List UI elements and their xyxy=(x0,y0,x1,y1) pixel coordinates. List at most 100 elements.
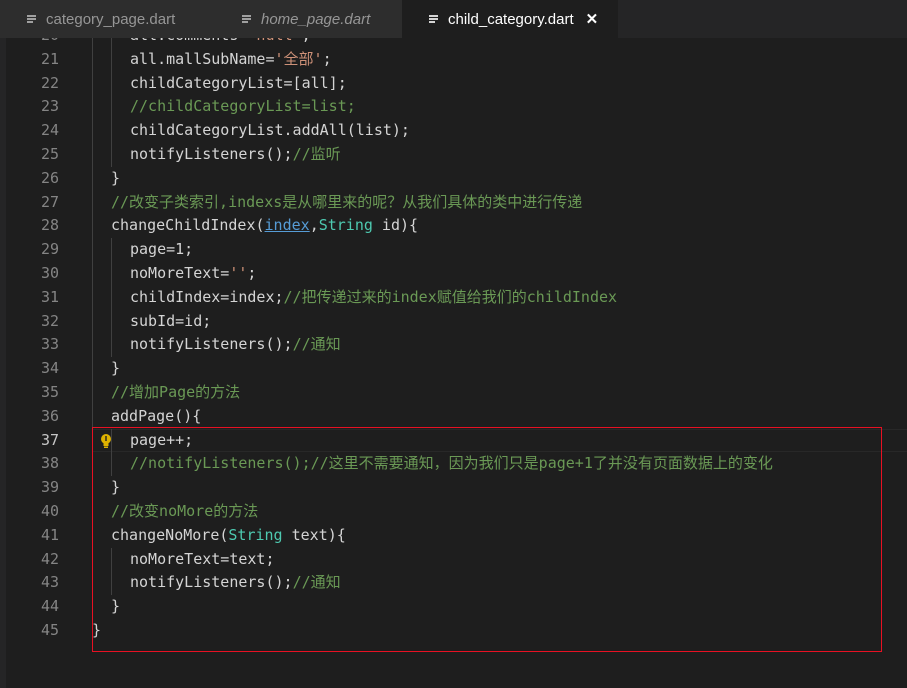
tab-home-page[interactable]: home_page.dart xyxy=(215,0,409,38)
code-token: text){ xyxy=(282,525,346,544)
code-line[interactable]: 24 childCategoryList.addAll(list); xyxy=(0,119,907,143)
line-number: 41 xyxy=(40,525,59,544)
code-token: id){ xyxy=(372,216,419,235)
code-token: ; xyxy=(322,49,332,68)
code-text: all.mallSubName='全部'; xyxy=(130,48,332,72)
close-tab-icon[interactable]: ✕ xyxy=(586,10,599,28)
code-token: noMoreText= xyxy=(130,263,230,282)
code-text: noMoreText=text; xyxy=(130,548,275,572)
code-line[interactable]: 36 addPage(){ xyxy=(0,404,907,429)
code-text: } xyxy=(111,595,120,619)
indent-guide xyxy=(92,285,93,310)
indent-guide xyxy=(111,333,112,358)
line-number: 39 xyxy=(40,478,59,497)
code-line[interactable]: 33 notifyListeners();//通知 xyxy=(0,333,907,358)
line-number: 34 xyxy=(40,359,59,378)
line-number: 45 xyxy=(40,620,59,639)
code-text: //childCategoryList=list; xyxy=(130,95,356,119)
line-number: 36 xyxy=(40,406,59,425)
indent-guide xyxy=(92,309,93,334)
code-token: } xyxy=(111,359,121,378)
code-line[interactable]: 37 page++; xyxy=(0,428,907,453)
indent-guide xyxy=(92,357,93,381)
code-line[interactable]: 30 noMoreText=''; xyxy=(0,261,907,286)
code-line[interactable]: 40 //改变noMore的方法 xyxy=(0,499,907,524)
code-text: } xyxy=(111,167,120,191)
code-line[interactable]: 34} xyxy=(0,357,907,381)
code-text: notifyListeners();//通知 xyxy=(130,571,341,595)
code-token: '' xyxy=(229,263,248,282)
editor-tab-bar: category_page.dart home_page.dart child_… xyxy=(0,0,907,38)
code-text: } xyxy=(111,476,120,500)
code-editor[interactable]: 20 all.comments='null'; 21 all.mallSubName=… xyxy=(0,38,907,688)
line-number: 30 xyxy=(40,263,59,282)
line-number: 25 xyxy=(40,144,59,163)
code-line[interactable]: 42 noMoreText=text; xyxy=(0,547,907,572)
code-token: , xyxy=(309,216,319,235)
code-line[interactable]: 39} xyxy=(0,476,907,500)
code-line[interactable]: 31 childIndex=index;//把传递过来的index赋值给我们的ch… xyxy=(0,285,907,310)
line-number: 37 xyxy=(40,430,59,449)
indent-guide xyxy=(111,47,112,72)
code-token: changeNoMore( xyxy=(111,525,229,544)
indent-guide xyxy=(92,476,93,500)
code-token: //childCategoryList=list; xyxy=(130,97,356,116)
code-line[interactable]: 38 //notifyListeners();//这里不需要通知，因为我们只是pa… xyxy=(0,452,907,477)
code-line[interactable]: 27 //改变子类索引,indexs是从哪里来的呢？从我们具体的类中进行传递 xyxy=(0,190,907,215)
code-token: ; xyxy=(247,263,257,282)
code-token: page++; xyxy=(130,430,194,449)
code-token: notifyListeners(); xyxy=(130,335,293,354)
indent-guide xyxy=(92,142,93,167)
code-token: all.comments= xyxy=(130,38,247,44)
code-line[interactable]: 44} xyxy=(0,595,907,619)
code-line[interactable]: 20 all.comments='null'; xyxy=(0,38,907,48)
indent-guide xyxy=(92,166,93,191)
lightbulb-icon[interactable] xyxy=(99,433,113,449)
line-number: 22 xyxy=(40,73,59,92)
code-line[interactable]: 29 page=1; xyxy=(0,238,907,262)
tab-category-page[interactable]: category_page.dart xyxy=(0,0,222,38)
file-lines-icon xyxy=(242,14,251,24)
code-text: page++; xyxy=(130,429,193,453)
code-token: notifyListeners(); xyxy=(130,573,293,592)
indent-guide xyxy=(111,452,112,477)
tab-child-category[interactable]: child_category.dart ✕ xyxy=(402,0,619,38)
code-token: //通知 xyxy=(292,573,341,592)
code-token: //监听 xyxy=(292,144,341,163)
line-number: 27 xyxy=(40,192,59,211)
code-line[interactable]: 32 subId=id; xyxy=(0,309,907,334)
code-line[interactable]: 22 childCategoryList=[all]; xyxy=(0,71,907,96)
line-number: 43 xyxy=(40,573,59,592)
code-text: all.comments='null'; xyxy=(130,38,311,48)
code-text: notifyListeners();//通知 xyxy=(130,333,341,357)
code-line[interactable]: 35 //增加Page的方法 xyxy=(0,380,907,405)
code-text: childCategoryList=[all]; xyxy=(130,72,347,96)
code-line[interactable]: 45} xyxy=(0,619,907,643)
code-line[interactable]: 23 //childCategoryList=list; xyxy=(0,95,907,120)
indent-guide xyxy=(92,71,93,96)
code-line[interactable]: 41 changeNoMore(String text){ xyxy=(0,523,907,548)
code-line[interactable]: 26} xyxy=(0,166,907,191)
code-token: //增加Page的方法 xyxy=(111,382,241,401)
indent-guide xyxy=(111,142,112,167)
code-line[interactable]: 43 notifyListeners();//通知 xyxy=(0,571,907,596)
code-line[interactable]: 28 changeChildIndex(index,String id){ xyxy=(0,214,907,239)
line-number: 24 xyxy=(40,121,59,140)
code-text: addPage(){ xyxy=(111,405,201,429)
line-number: 23 xyxy=(40,97,59,116)
code-lines: 20 all.comments='null'; 21 all.mallSubName=… xyxy=(0,38,907,643)
indent-guide xyxy=(92,595,93,619)
code-token: all.mallSubName= xyxy=(130,49,275,68)
code-token: } xyxy=(111,168,121,187)
code-line[interactable]: 25 notifyListeners();//监听 xyxy=(0,142,907,167)
code-token: subId=id; xyxy=(130,311,212,330)
tab-label: category_page.dart xyxy=(46,10,176,28)
code-line[interactable]: 21 all.mallSubName='全部'; xyxy=(0,47,907,72)
indent-guide xyxy=(92,119,93,143)
line-number: 32 xyxy=(40,311,59,330)
indent-guide xyxy=(111,285,112,310)
file-lines-icon xyxy=(429,14,438,24)
indent-guide xyxy=(92,47,93,72)
line-number: 28 xyxy=(40,216,59,235)
code-text: } xyxy=(92,619,101,643)
